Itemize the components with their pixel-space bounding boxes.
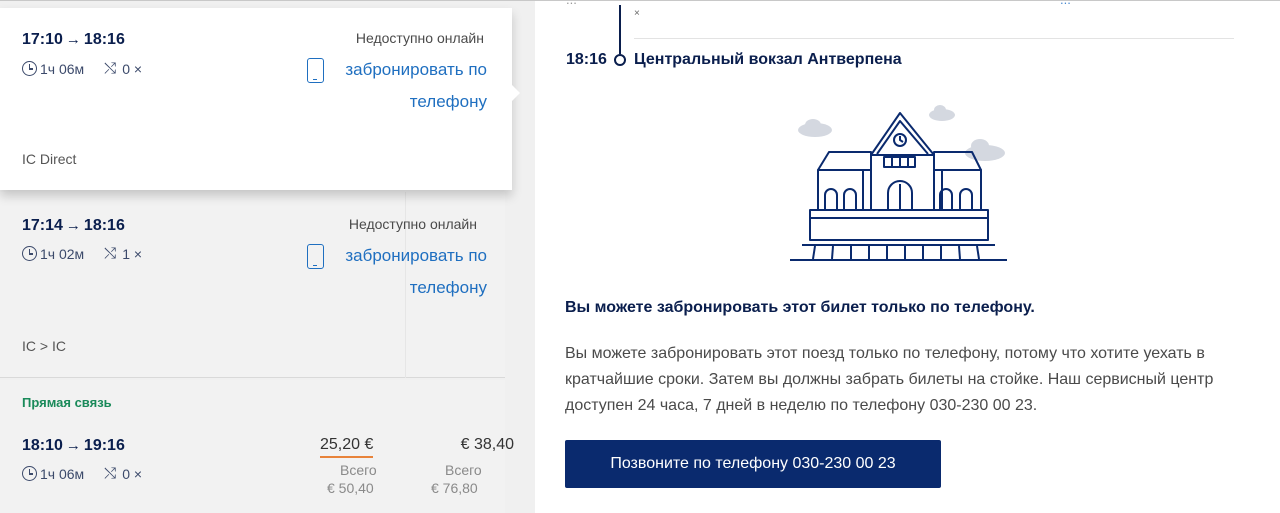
total-first-class: € 76,80	[431, 480, 478, 496]
arrive-time: 18:16	[83, 31, 125, 48]
depart-time: 17:14	[22, 217, 63, 234]
top-border	[0, 0, 1280, 5]
journey-card-selected[interactable]: 17:10 → 18:16 1ч 06м ⤭ 0 × Недоступно онла…	[0, 8, 520, 190]
arrival-station: Центральный вокзал Антверпена	[634, 51, 902, 68]
phone-icon	[307, 244, 324, 269]
arrive-time: 18:16	[83, 217, 125, 234]
journey-list: 17:10 → 18:16 1ч 06м ⤭ 0 × Недоступно онла…	[0, 0, 535, 513]
transfers-count: 0 ×	[122, 60, 143, 77]
transfer-icon: ⤭	[104, 245, 117, 262]
truncated-link[interactable]: ...	[1060, 0, 1071, 7]
journey-meta: 1ч 06м ⤭ 0 ×	[22, 465, 142, 482]
arrival-time: 18:16	[566, 51, 607, 68]
arrow-right-icon: →	[65, 437, 81, 454]
train-type: IC > IC	[22, 338, 66, 354]
phone-only-description: Вы можете забронировать этот поезд тольк…	[565, 345, 1214, 414]
train-station-illustration	[790, 105, 1007, 261]
duration: 1ч 06м	[40, 465, 85, 482]
phone-only-title: Вы можете забронировать этот билет тольк…	[565, 299, 1035, 316]
direct-connection-label: Прямая связь	[22, 395, 112, 410]
arrow-right-icon: →	[65, 31, 81, 48]
arrow-right-icon: →	[65, 217, 81, 234]
arrive-time: 19:16	[83, 437, 125, 454]
price-second-class[interactable]: 25,20 €	[320, 436, 374, 458]
journey-times: 17:10 → 18:16	[22, 31, 125, 49]
book-by-phone-line2: телефону	[409, 278, 487, 297]
depart-time: 17:10	[22, 31, 63, 48]
transfer-icon: ⤭	[104, 465, 117, 482]
transfer-icon: ⤭	[104, 60, 117, 77]
timeline-stop-dot	[614, 54, 626, 66]
transfer-cross: ×	[634, 8, 640, 19]
journey-meta: 1ч 02м ⤭ 1 ×	[22, 245, 142, 262]
duration: 1ч 06м	[40, 60, 85, 77]
book-by-phone-line1: забронировать по	[345, 60, 487, 79]
journey-card[interactable]: 17:14 → 18:16 1ч 02м ⤭ 1 × Недоступно онла…	[0, 192, 505, 378]
phone-icon	[307, 58, 324, 83]
truncated-text: ...	[566, 0, 577, 7]
clock-icon	[22, 466, 37, 481]
journey-times: 18:10 → 19:16	[22, 437, 125, 455]
journey-times: 17:14 → 18:16	[22, 217, 125, 235]
clock-icon	[22, 246, 37, 261]
book-by-phone-link[interactable]: забронировать по телефону	[307, 54, 487, 118]
total-second-class: € 50,40	[327, 480, 374, 496]
total-label: Всего	[445, 462, 482, 478]
duration: 1ч 02м	[40, 245, 85, 262]
transfers-count: 1 ×	[122, 245, 143, 262]
transfers-count: 0 ×	[122, 465, 143, 482]
book-by-phone-line1: забронировать по	[345, 246, 487, 265]
book-by-phone-link[interactable]: забронировать по телефону	[307, 240, 487, 304]
call-phone-button[interactable]: Позвоните по телефону 030-230 00 23	[565, 440, 941, 488]
divider	[634, 38, 1234, 39]
journey-meta: 1ч 06м ⤭ 0 ×	[22, 60, 142, 77]
total-label: Всего	[340, 462, 377, 478]
timeline-line	[619, 5, 621, 54]
train-type: IC Direct	[22, 151, 77, 167]
depart-time: 18:10	[22, 437, 63, 454]
price-first-class[interactable]: € 38,40	[461, 436, 514, 454]
selection-pointer	[511, 84, 520, 102]
unavailable-online-label: Недоступно онлайн	[355, 30, 484, 46]
unavailable-online-label: Недоступно онлайн	[348, 216, 477, 232]
clock-icon	[22, 61, 37, 76]
book-by-phone-line2: телефону	[409, 92, 487, 111]
